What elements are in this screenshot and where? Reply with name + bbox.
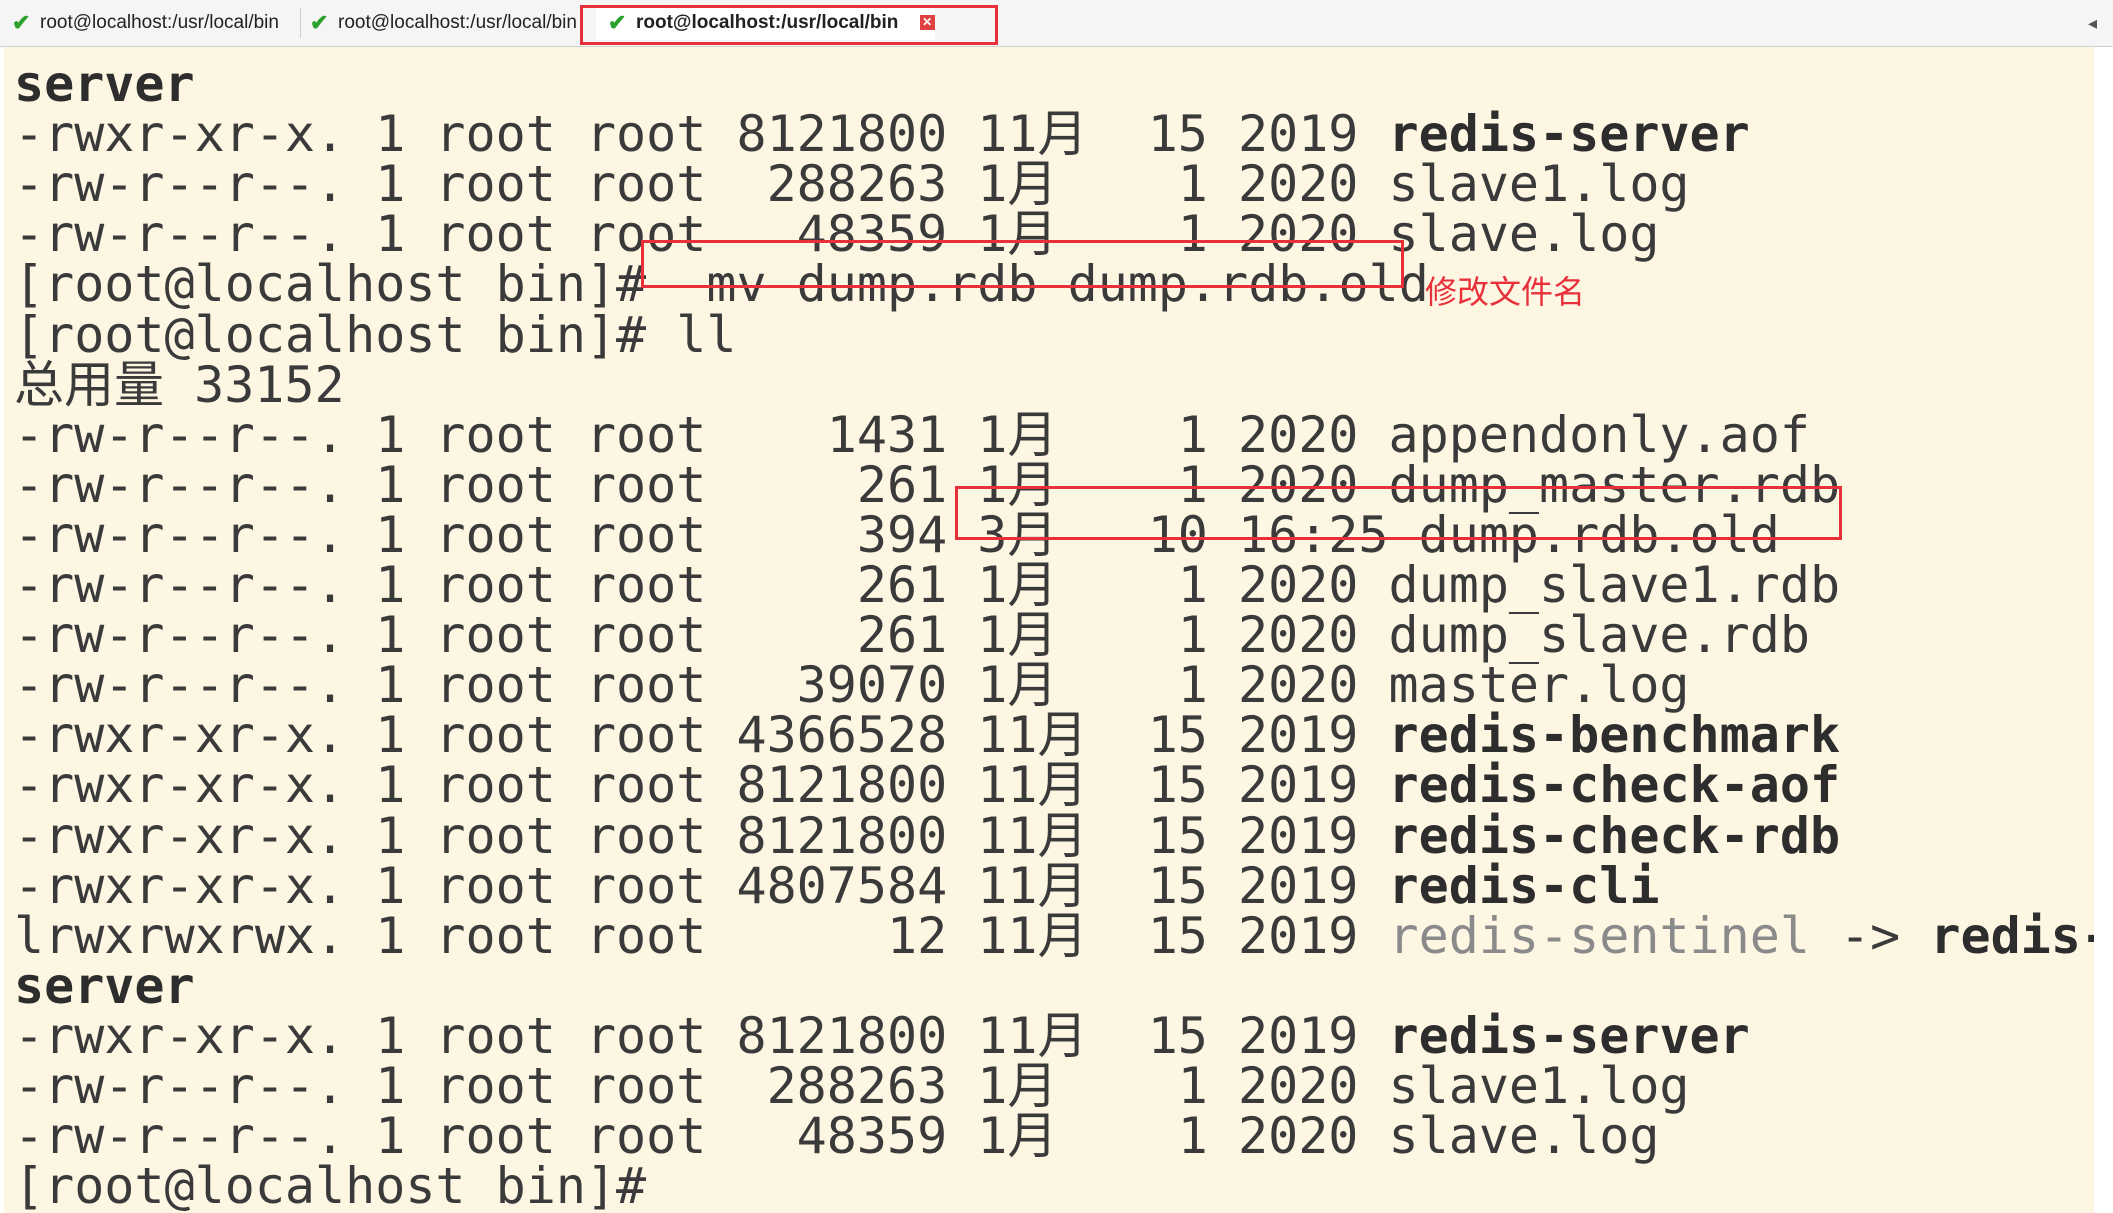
annotation-label: 修改文件名 (1425, 273, 1586, 311)
terminal-text: [root@localhost bin]# (14, 1157, 647, 1213)
terminal-filename-bold: redis-check-aof (1388, 756, 1841, 814)
terminal-line: -rwxr-xr-x. 1 root root 8121800 11月 15 2… (14, 1011, 1750, 1061)
terminal-text: lrwxrwxrwx. 1 root root 12 11月 15 2019 (14, 907, 1389, 965)
terminal-line: -rwxr-xr-x. 1 root root 4807584 11月 15 2… (14, 861, 1659, 911)
tab-session-2[interactable]: ✔ root@localhost:/usr/local/bin (298, 6, 577, 40)
terminal-line: server (14, 961, 195, 1011)
active-tab-highlight (580, 5, 998, 45)
tab-bar: ✔ root@localhost:/usr/local/bin ✔ root@l… (0, 0, 2113, 47)
terminal-line: lrwxrwxrwx. 1 root root 12 11月 15 2019 r… (14, 911, 2094, 961)
terminal-line: -rwxr-xr-x. 1 root root 8121800 11月 15 2… (14, 760, 1840, 810)
terminal-line: -rwxr-xr-x. 1 root root 8121800 11月 15 2… (14, 109, 1750, 159)
terminal-line: [root@localhost bin]# (14, 1161, 646, 1211)
tab-scroll-left-icon[interactable]: ◂ (2088, 6, 2097, 40)
terminal-line: -rwxr-xr-x. 1 root root 8121800 11月 15 2… (14, 811, 1840, 861)
terminal-line: -rw-r--r--. 1 root root 48359 1月 1 2020 … (14, 1111, 1659, 1161)
terminal-filename-bold: redis- (1930, 907, 2094, 965)
terminal-line: -rwxr-xr-x. 1 root root 4366528 11月 15 2… (14, 710, 1840, 760)
command-highlight (641, 240, 1404, 288)
tab-label: root@localhost:/usr/local/bin (338, 12, 577, 33)
terminal-symlink: redis-sentinel (1388, 907, 1810, 965)
terminal-line: 总用量 33152 (14, 360, 345, 410)
terminal-line: -rw-r--r--. 1 root root 261 1月 1 2020 du… (14, 610, 1810, 660)
check-icon: ✔ (310, 10, 329, 35)
terminal-line: [root@localhost bin]# ll (14, 310, 736, 360)
terminal-line: server (14, 59, 195, 109)
terminal-text: -> (1809, 907, 1931, 965)
terminal-text: -rwxr-xr-x. 1 root root 8121800 11月 15 2… (14, 756, 1389, 814)
check-icon: ✔ (12, 10, 31, 35)
terminal-line: -rw-r--r--. 1 root root 288263 1月 1 2020… (14, 1061, 1690, 1111)
terminal-output[interactable]: server -rwxr-xr-x. 1 root root 8121800 11… (4, 47, 2094, 1213)
tab-label: root@localhost:/usr/local/bin (40, 12, 279, 33)
terminal-line: -rw-r--r--. 1 root root 39070 1月 1 2020 … (14, 660, 1690, 710)
tab-session-1[interactable]: ✔ root@localhost:/usr/local/bin (0, 6, 279, 40)
terminal-line: -rw-r--r--. 1 root root 261 1月 1 2020 du… (14, 560, 1840, 610)
renamed-file-highlight (955, 486, 1842, 540)
terminal-line: -rw-r--r--. 1 root root 1431 1月 1 2020 a… (14, 410, 1810, 460)
terminal-line: -rw-r--r--. 1 root root 288263 1月 1 2020… (14, 159, 1690, 209)
